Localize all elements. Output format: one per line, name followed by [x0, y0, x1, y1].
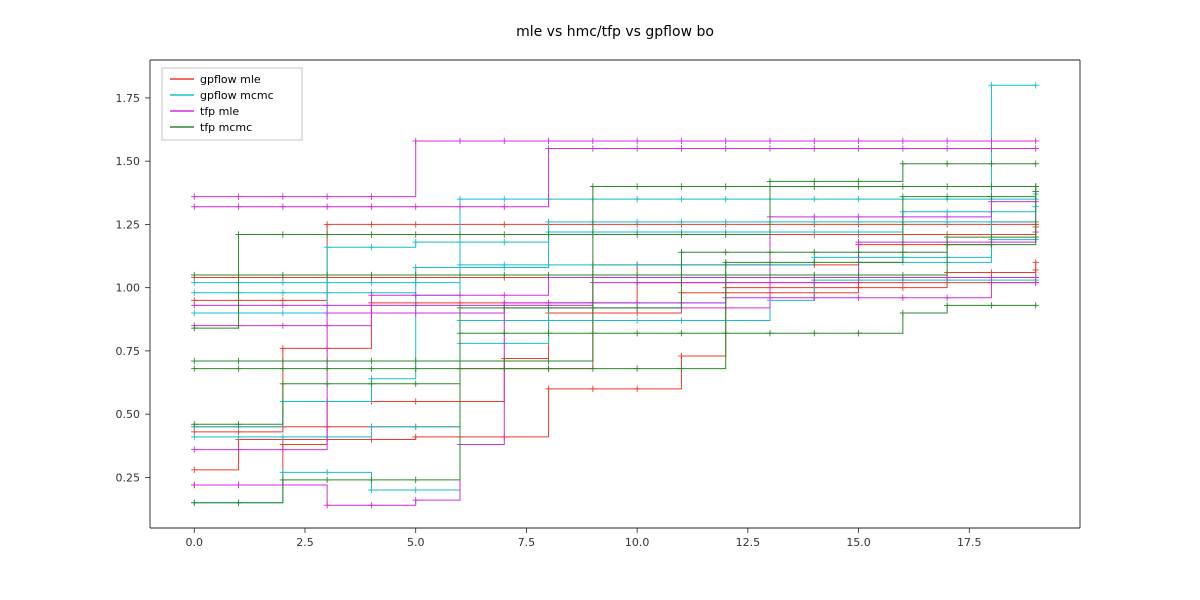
legend-label: gpflow mcmc [200, 89, 274, 102]
series-line [194, 222, 1035, 278]
series-line [194, 262, 1035, 469]
x-tick-label: 15.0 [846, 536, 871, 549]
x-tick-label: 12.5 [736, 536, 761, 549]
y-tick-label: 0.25 [116, 471, 141, 484]
series-line [194, 232, 1035, 305]
series-line [194, 240, 1035, 283]
legend-label: gpflow mle [200, 73, 261, 86]
series-line [194, 283, 1035, 506]
y-tick-label: 1.00 [116, 282, 141, 295]
y-tick-label: 1.75 [116, 92, 141, 105]
legend-label: tfp mle [200, 105, 239, 118]
x-tick-label: 7.5 [518, 536, 536, 549]
legend-label: tfp mcmc [200, 121, 252, 134]
x-tick-label: 2.5 [296, 536, 314, 549]
legend: gpflow mle gpflow mcmc tfp mle tfp mcmc [162, 68, 302, 140]
series-line [194, 280, 1035, 437]
x-tick-label: 10.0 [625, 536, 650, 549]
chart-title: mle vs hmc/tfp vs gpflow bo [516, 24, 714, 40]
series-line [194, 85, 1035, 502]
y-tick-label: 1.50 [116, 155, 141, 168]
y-tick-label: 0.50 [116, 408, 141, 421]
x-tick-label: 0.0 [186, 536, 204, 549]
series-line [194, 164, 1035, 328]
y-tick-label: 0.75 [116, 345, 141, 358]
series-line [194, 186, 1035, 361]
series-line [194, 141, 1035, 197]
y-tick-label: 1.25 [116, 218, 141, 231]
series-line [194, 305, 1035, 424]
x-tick-label: 17.5 [957, 536, 982, 549]
series-line [194, 278, 1035, 326]
x-tick-label: 5.0 [407, 536, 425, 549]
series-line [194, 186, 1035, 275]
series-line [194, 270, 1035, 485]
series-line [194, 192, 1035, 503]
series-line [194, 149, 1035, 207]
